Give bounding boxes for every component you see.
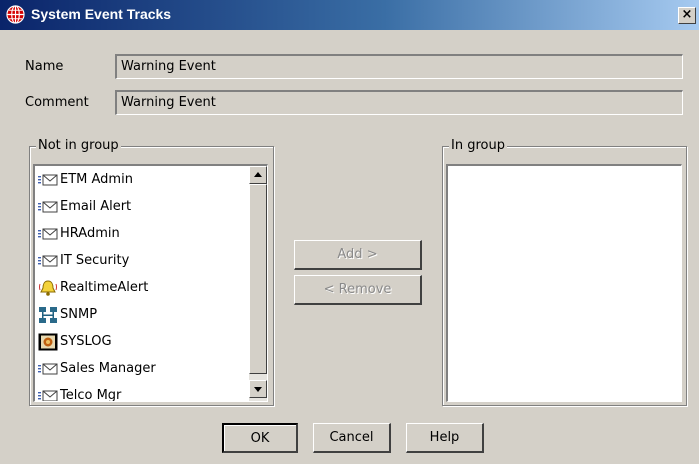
list-item[interactable]: IT Security	[35, 247, 267, 274]
list-item[interactable]: Sales Manager	[35, 355, 267, 382]
comment-field[interactable]: Warning Event	[115, 90, 683, 115]
list-item-label: SYSLOG	[60, 334, 112, 349]
ok-button-label: OK	[250, 431, 270, 446]
in-group-list[interactable]	[446, 164, 682, 402]
globe-icon	[6, 5, 25, 24]
scroll-down-button[interactable]	[249, 380, 267, 398]
add-button[interactable]: Add >	[294, 240, 422, 270]
scroll-up-button[interactable]	[249, 166, 267, 184]
list-item-label: Telco Mgr	[60, 388, 122, 402]
window-title: System Event Tracks	[31, 6, 172, 22]
not-in-group-box: Not in group ETM Admin Email Alert HRAdmin…	[29, 138, 274, 406]
list-item[interactable]: SYSLOG	[35, 328, 267, 355]
ok-button[interactable]: OK	[222, 423, 298, 453]
network-icon	[38, 306, 58, 324]
list-item[interactable]: Email Alert	[35, 193, 267, 220]
remove-button-label: < Remove	[323, 282, 392, 297]
email-contact-icon	[38, 360, 58, 378]
list-item-label: RealtimeAlert	[60, 280, 149, 295]
cancel-button[interactable]: Cancel	[313, 423, 391, 453]
help-button-label: Help	[429, 430, 460, 445]
syslog-icon	[38, 333, 58, 351]
list-item[interactable]: RealtimeAlert	[35, 274, 267, 301]
name-value: Warning Event	[121, 59, 216, 74]
list-item-label: ETM Admin	[60, 172, 133, 187]
bell-alert-icon	[38, 279, 58, 297]
list-item-label: Email Alert	[60, 199, 132, 214]
name-label: Name	[25, 59, 64, 74]
cancel-button-label: Cancel	[329, 430, 374, 445]
arrow-down-icon	[254, 387, 262, 392]
list-item[interactable]: Telco Mgr	[35, 382, 267, 402]
email-contact-icon	[38, 171, 58, 189]
add-button-label: Add >	[337, 247, 378, 262]
email-contact-icon	[38, 198, 58, 216]
remove-button[interactable]: < Remove	[294, 275, 422, 305]
in-group-legend: In group	[449, 138, 507, 154]
list-item-label: IT Security	[60, 253, 130, 268]
email-contact-icon	[38, 225, 58, 243]
title-bar: System Event Tracks ×	[0, 0, 699, 30]
scroll-thumb[interactable]	[249, 184, 267, 374]
comment-value: Warning Event	[121, 95, 216, 110]
not-in-group-list[interactable]: ETM Admin Email Alert HRAdmin IT Security Re…	[33, 164, 268, 402]
email-contact-icon	[38, 387, 58, 401]
list-item-label: SNMP	[60, 307, 98, 322]
close-icon: ×	[681, 7, 693, 22]
arrow-up-icon	[254, 172, 262, 177]
help-button[interactable]: Help	[406, 423, 484, 453]
in-group-box: In group	[442, 138, 687, 406]
name-field[interactable]: Warning Event	[115, 54, 683, 79]
list-item[interactable]: HRAdmin	[35, 220, 267, 247]
list-item[interactable]: ETM Admin	[35, 166, 267, 193]
list-scrollbar[interactable]	[249, 166, 267, 401]
not-in-group-legend: Not in group	[36, 138, 121, 154]
list-item[interactable]: SNMP	[35, 301, 267, 328]
comment-label: Comment	[25, 95, 89, 110]
list-item-label: HRAdmin	[60, 226, 120, 241]
email-contact-icon	[38, 252, 58, 270]
close-button[interactable]: ×	[678, 7, 696, 24]
list-item-label: Sales Manager	[60, 361, 156, 376]
